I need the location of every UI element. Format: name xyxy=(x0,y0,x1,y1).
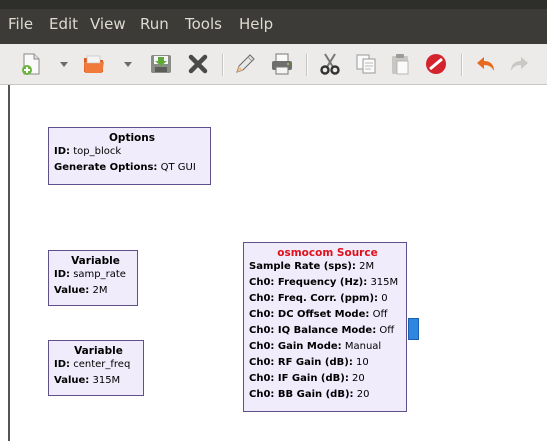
block-param-value: Value: 315M xyxy=(54,375,121,386)
open-icon[interactable] xyxy=(82,52,106,76)
copy-icon[interactable] xyxy=(354,52,378,76)
menu-view[interactable]: View xyxy=(90,9,126,39)
menu-help[interactable]: Help xyxy=(239,9,273,39)
toolbar-separator xyxy=(222,54,224,76)
redo-icon[interactable] xyxy=(507,52,531,76)
cut-icon[interactable] xyxy=(318,52,342,76)
block-param-iq-balance-mode: Ch0: IQ Balance Mode: Off xyxy=(249,325,395,336)
menu-run[interactable]: Run xyxy=(140,9,169,39)
print-icon[interactable] xyxy=(270,52,294,76)
block-param-sample-rate: Sample Rate (sps): 2M xyxy=(249,261,375,272)
menu-tools[interactable]: Tools xyxy=(185,9,222,39)
block-title: osmocom Source xyxy=(277,247,378,259)
menu-edit[interactable]: Edit xyxy=(49,9,78,39)
toolbar-separator xyxy=(461,54,463,76)
block-param-id: ID: center_freq xyxy=(54,359,131,370)
variable-block-samp-rate[interactable]: Variable ID: samp_rate Value: 2M xyxy=(48,250,138,306)
block-param-frequency: Ch0: Frequency (Hz): 315M xyxy=(249,277,399,288)
osmocom-output-port[interactable] xyxy=(408,318,419,340)
window-titlebar xyxy=(0,0,547,9)
new-icon[interactable] xyxy=(19,52,43,76)
block-title: Variable xyxy=(71,255,120,267)
block-param-freq-corr: Ch0: Freq. Corr. (ppm): 0 xyxy=(249,293,388,304)
paste-icon[interactable] xyxy=(388,52,412,76)
options-block[interactable]: Options ID: top_block Generate Options: … xyxy=(48,127,211,185)
block-param-id: ID: samp_rate xyxy=(54,269,126,280)
close-icon[interactable] xyxy=(186,52,210,76)
block-title: Options xyxy=(109,132,155,144)
block-param-rf-gain: Ch0: RF Gain (dB): 10 xyxy=(249,357,369,368)
block-param-gain-mode: Ch0: Gain Mode: Manual xyxy=(249,341,382,352)
block-param-if-gain: Ch0: IF Gain (dB): 20 xyxy=(249,373,365,384)
block-param-generate-options: Generate Options: QT GUI xyxy=(54,162,196,173)
block-param-dc-offset-mode: Ch0: DC Offset Mode: Off xyxy=(249,309,388,320)
block-title: Variable xyxy=(74,345,123,357)
block-param-value: Value: 2M xyxy=(54,285,108,296)
variable-block-center-freq[interactable]: Variable ID: center_freq Value: 315M xyxy=(48,340,144,396)
block-param-id: ID: top_block xyxy=(54,146,122,157)
save-icon[interactable] xyxy=(149,52,173,76)
open-dropdown-icon[interactable] xyxy=(124,62,132,67)
edit-icon[interactable] xyxy=(233,52,257,76)
menu-bar: File Edit View Run Tools Help xyxy=(0,9,547,44)
undo-icon[interactable] xyxy=(474,52,498,76)
menu-file[interactable]: File xyxy=(8,9,33,39)
osmocom-source-block[interactable]: osmocom Source Sample Rate (sps): 2M Ch0… xyxy=(243,242,407,412)
new-dropdown-icon[interactable] xyxy=(60,62,68,67)
stop-icon[interactable] xyxy=(424,52,448,76)
toolbar xyxy=(0,44,547,85)
block-param-bb-gain: Ch0: BB Gain (dB): 20 xyxy=(249,389,370,400)
toolbar-separator xyxy=(306,54,308,76)
